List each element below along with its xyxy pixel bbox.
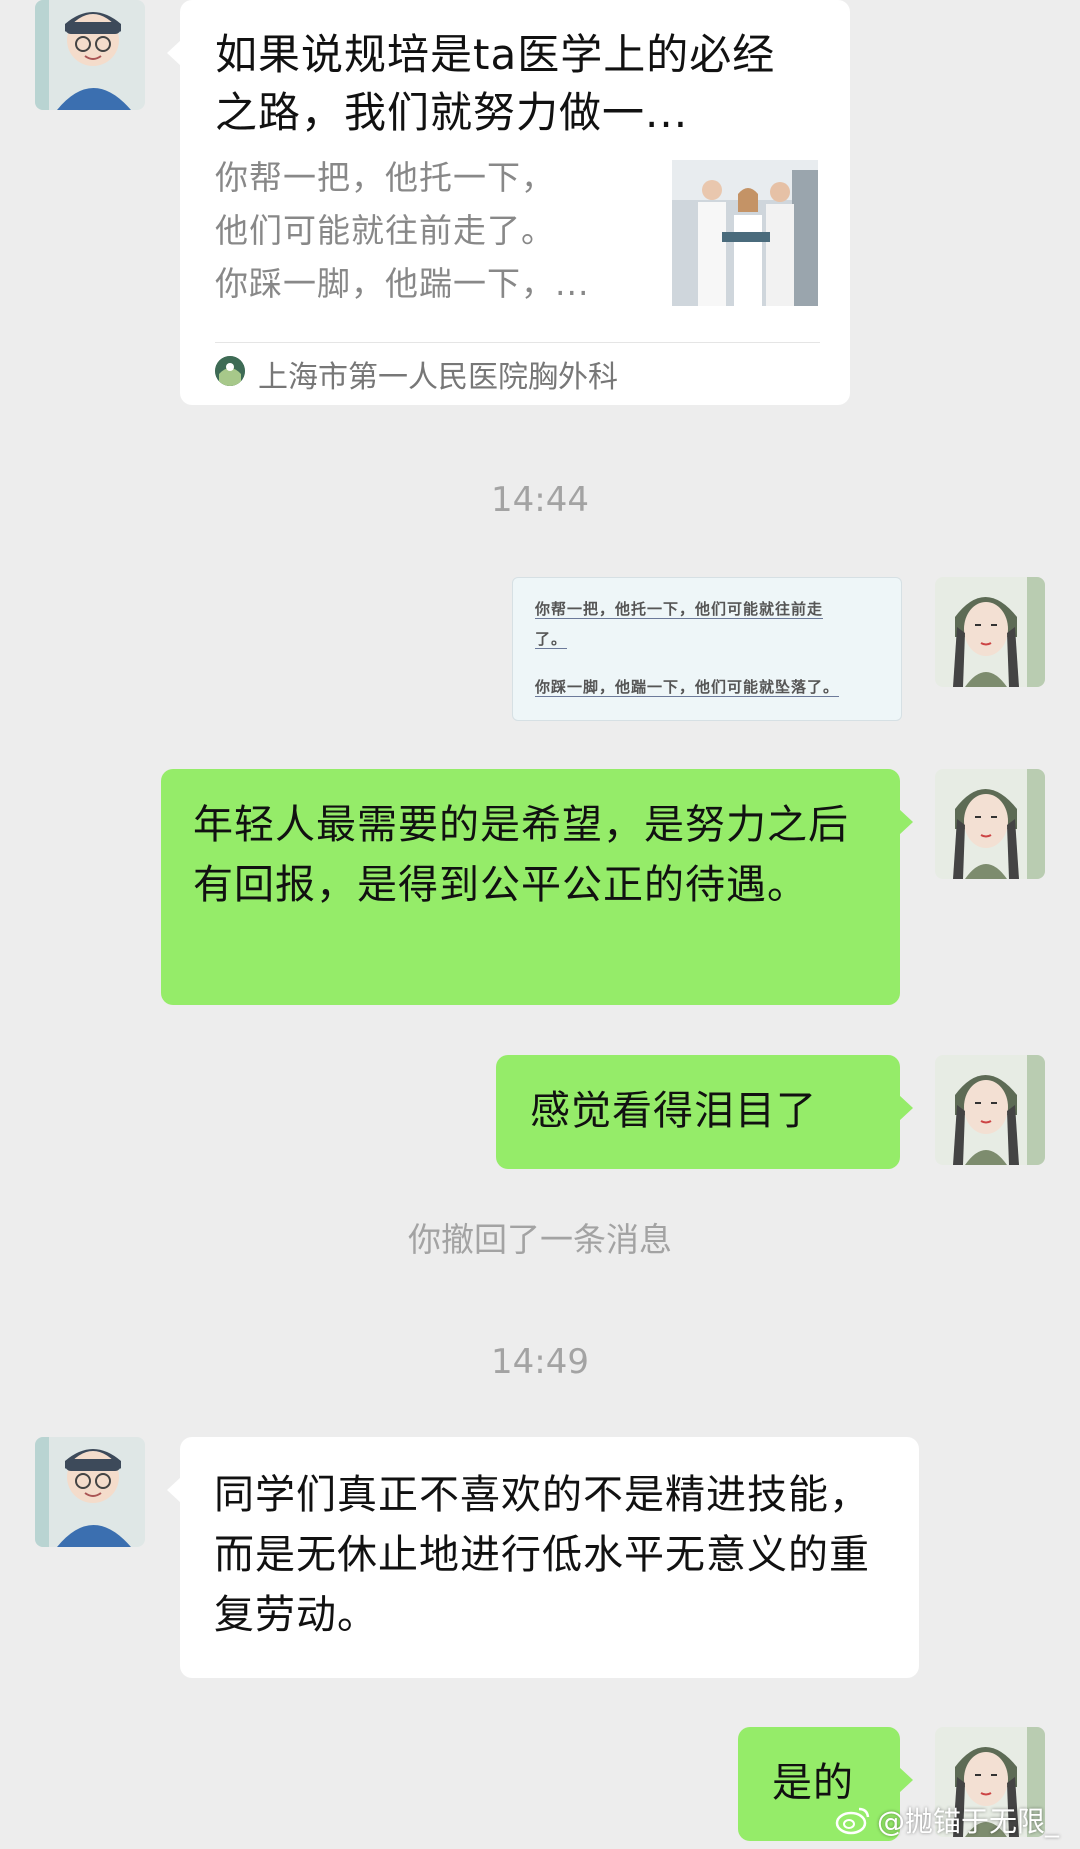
- message-text: 感觉看得泪目了: [530, 1088, 817, 1134]
- image-text-line-1: 你帮一把，他托一下，他们可能就往前走: [535, 600, 824, 619]
- avatar-left-2[interactable]: [35, 1437, 145, 1547]
- card-desc-line-3: 你踩一脚，他踹一下，...: [215, 264, 590, 303]
- watermark-text: @抛锚于无限_: [877, 1805, 1060, 1838]
- card-desc-line-1: 你帮一把，他托一下，: [215, 158, 555, 197]
- message-bubble-received-2[interactable]: 同学们真正不喜欢的不是精进技能，而是无休止地进行低水平无意义的重复劳动。: [167, 1437, 919, 1678]
- message-text: 同学们真正不喜欢的不是精进技能，而是无休止地进行低水平无意义的重复劳动。: [214, 1472, 870, 1638]
- watermark: @抛锚于无限_: [835, 1800, 1059, 1840]
- message-bubble-sent-2[interactable]: 感觉看得泪目了: [496, 1055, 913, 1169]
- image-message[interactable]: 你帮一把，他托一下，他们可能就往前走 了。 你踩一脚，他踹一下，他们可能就坠落了…: [512, 577, 902, 721]
- timestamp: 14:49: [491, 1342, 589, 1382]
- message-text: 年轻人最需要的是希望，是努力之后有回报，是得到公平公正的待遇。: [193, 802, 849, 908]
- avatar-right-2[interactable]: [935, 769, 1045, 879]
- avatar-left-1[interactable]: [35, 0, 145, 110]
- recalled-message-notice: 你撤回了一条消息: [408, 1220, 672, 1259]
- message-bubble-sent-1[interactable]: 年轻人最需要的是希望，是努力之后有回报，是得到公平公正的待遇。: [161, 769, 913, 1005]
- card-title: 如果说规培是ta医学上的必经之路，我们就努力做一...: [215, 30, 776, 137]
- image-text-line-2: 你踩一脚，他踹一下，他们可能就坠落了。: [535, 678, 840, 697]
- shared-article-card[interactable]: 如果说规培是ta医学上的必经之路，我们就努力做一... 你帮一把，他托一下， 他…: [167, 0, 850, 405]
- timestamp: 14:44: [491, 480, 589, 520]
- weibo-icon: [835, 1805, 871, 1835]
- avatar-right-1[interactable]: [935, 577, 1045, 687]
- image-text-line-1b: 了。: [535, 630, 568, 649]
- card-desc-line-2: 他们可能就往前走了。: [215, 211, 555, 250]
- card-source-icon: [215, 356, 245, 386]
- card-source-name: 上海市第一人民医院胸外科: [258, 360, 618, 395]
- card-thumbnail: [672, 160, 818, 306]
- avatar-right-3[interactable]: [935, 1055, 1045, 1165]
